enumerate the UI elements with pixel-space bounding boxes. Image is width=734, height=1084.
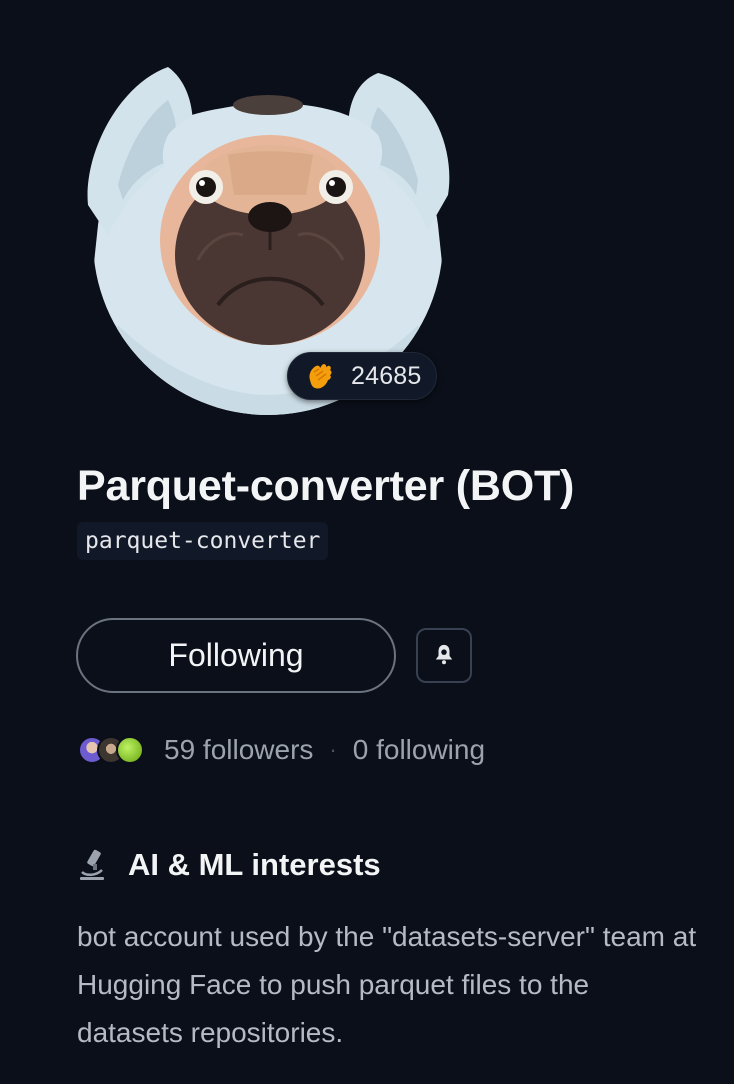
profile-display-name: Parquet-converter (BOT) bbox=[77, 462, 575, 510]
following-count-link[interactable]: 0 following bbox=[353, 734, 485, 766]
notifications-button[interactable] bbox=[416, 628, 472, 683]
followers-row: 59 followers · 0 following bbox=[78, 732, 485, 768]
bell-icon bbox=[433, 643, 455, 668]
reaction-count: 24685 bbox=[351, 361, 422, 390]
stats-separator: · bbox=[329, 737, 337, 762]
interests-title: AI & ML interests bbox=[128, 847, 381, 882]
follower-avatar bbox=[116, 736, 144, 764]
clapping-hands-icon bbox=[304, 360, 336, 392]
profile-page: 24685 Parquet-converter (BOT) parquet-co… bbox=[0, 0, 734, 1084]
interests-header: AI & ML interests bbox=[78, 845, 381, 885]
profile-avatar[interactable]: 24685 bbox=[78, 65, 458, 415]
reaction-count-badge[interactable]: 24685 bbox=[287, 352, 437, 400]
followers-count-link[interactable]: 59 followers bbox=[164, 734, 313, 766]
interests-description: bot account used by the "datasets-server… bbox=[77, 921, 697, 1048]
microscope-icon bbox=[78, 848, 108, 882]
follower-avatars[interactable] bbox=[78, 736, 144, 764]
following-button[interactable]: Following bbox=[76, 618, 396, 693]
profile-username: parquet-converter bbox=[77, 522, 329, 560]
